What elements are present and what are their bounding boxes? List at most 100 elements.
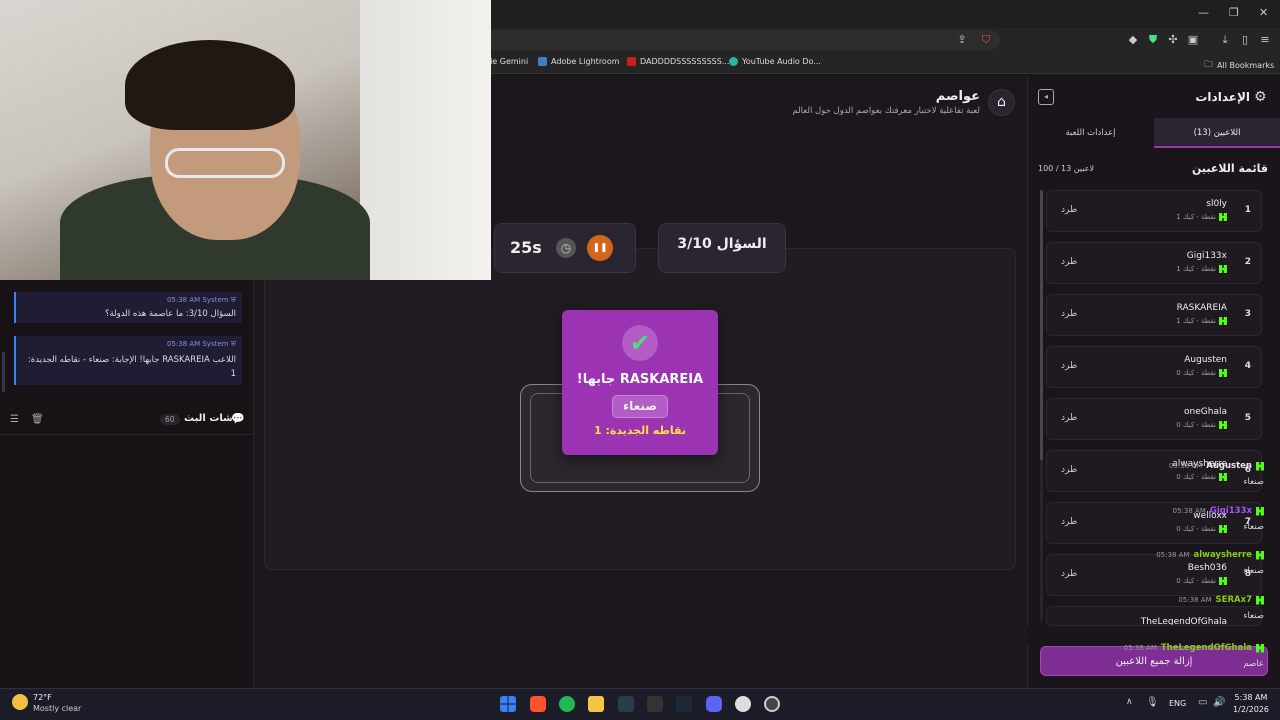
file-explorer-icon[interactable] <box>588 696 604 712</box>
kick-button[interactable]: طرد <box>1061 309 1077 319</box>
network-icon[interactable]: ▭ <box>1198 697 1207 708</box>
collapse-panel-icon[interactable]: ◂ <box>1038 89 1054 105</box>
media-icon[interactable]: ▣ <box>1187 34 1199 46</box>
chat-bubble-icon: 💬 <box>231 412 245 425</box>
home-icon: ⌂ <box>997 94 1006 110</box>
restore-icon[interactable]: ❐ <box>1229 6 1239 19</box>
player-name: Augusten <box>1184 355 1227 365</box>
share-icon[interactable]: ⇪ <box>956 34 968 46</box>
player-rank: 1 <box>1244 205 1251 215</box>
kick-logo-icon <box>1219 317 1227 325</box>
spotify-icon[interactable] <box>559 696 575 712</box>
bookmark-daddds[interactable]: DADDDDSSSSSSSSS... <box>627 57 729 66</box>
game-subtitle: لعبة تفاعلية لاختبار معرفتك بعواصم الدول… <box>792 106 980 116</box>
player-row: 1 sl0ly 1 نقطة · كيك طرد <box>1046 190 1262 232</box>
vpn-shield-icon[interactable]: ⛊ <box>1147 34 1159 46</box>
stream-chat-panel: 05:38 AM System ⛨ السؤال 3/10: ما عاصمة … <box>0 280 254 688</box>
tray-expand-icon[interactable]: ∧ <box>1126 697 1133 707</box>
player-rank: 3 <box>1244 309 1251 319</box>
language-indicator[interactable]: ENG <box>1169 699 1186 708</box>
clock-time[interactable]: 5:38 AM <box>1232 693 1270 702</box>
davinci-icon[interactable] <box>618 696 634 712</box>
tab-players[interactable]: اللاعبين (13) <box>1154 118 1280 148</box>
player-points: 0 نقطة · كيك <box>1176 577 1216 585</box>
webcam-hair <box>125 40 295 130</box>
system-message-meta: 05:38 AM System ⛨ <box>166 340 236 348</box>
kick-logo-icon <box>1256 461 1264 471</box>
trash-icon[interactable]: 🗑 <box>31 414 44 425</box>
timer-text: 25s <box>510 238 542 257</box>
download-icon[interactable]: ⤓ <box>1219 34 1231 46</box>
extension-diamond-icon[interactable]: ◆ <box>1127 34 1139 46</box>
extensions-icon[interactable]: ✣ <box>1167 34 1179 46</box>
tab-game-settings[interactable]: إعدادات اللعبة <box>1027 118 1154 148</box>
player-list-scroll-thumb[interactable] <box>1040 190 1043 460</box>
weather-temp[interactable]: 72°F <box>33 693 52 702</box>
bookmark-youtube-audio[interactable]: YouTube Audio Do... <box>729 57 821 66</box>
obs-icon[interactable] <box>735 696 751 712</box>
kick-logo-icon <box>1219 421 1227 429</box>
brave-icon[interactable] <box>530 696 546 712</box>
player-count: 100 / 13 لاعبين <box>1038 164 1095 173</box>
home-button[interactable]: ⌂ <box>988 89 1015 116</box>
chat-message: 05:38 AM Gigi133x صنعاء <box>1172 506 1264 532</box>
webcam-background-shelf <box>360 0 491 280</box>
kick-button[interactable]: طرد <box>1061 257 1077 267</box>
player-row: 3 RASKAREIA 1 نقطة · كيك طرد <box>1046 294 1262 336</box>
brave-shield-icon[interactable]: ⛉ <box>980 34 992 46</box>
popup-points: نقاطه الجديدة: 1 <box>593 424 687 437</box>
bookmark-gemini[interactable]: gle Gemini <box>485 57 528 66</box>
pause-button[interactable]: ❚❚ <box>587 235 613 261</box>
kick-logo-icon <box>1256 550 1264 560</box>
bookmark-lightroom[interactable]: Adobe Lightroom <box>538 57 620 66</box>
kick-button[interactable]: طرد <box>1061 361 1077 371</box>
windows-taskbar <box>0 688 1280 720</box>
youtube-audio-icon <box>729 57 738 66</box>
chat-menu-icon[interactable]: ☰ <box>10 414 19 425</box>
chat-scrollbar[interactable] <box>2 352 5 392</box>
all-bookmarks[interactable]: 🗀 All Bookmarks <box>1204 57 1274 73</box>
chat-header: ☰ 🗑 60 شات البث 💬 <box>0 405 254 435</box>
volume-icon[interactable]: 🔊 <box>1213 697 1225 708</box>
epic-games-icon[interactable] <box>647 696 663 712</box>
kick-logo-icon <box>1256 643 1264 653</box>
player-points: 0 نقطة · كيك <box>1176 421 1216 429</box>
minimize-icon[interactable]: — <box>1198 6 1209 19</box>
clock-date[interactable]: 1/2/2026 <box>1232 705 1270 714</box>
chat-title: شات البث <box>184 413 233 424</box>
close-icon[interactable]: ✕ <box>1259 6 1268 19</box>
sidebar-toggle-icon[interactable]: ▯ <box>1239 34 1251 46</box>
player-meta: 0 نقطة · كيك <box>1176 369 1227 377</box>
weather-desc[interactable]: Mostly clear <box>33 704 81 713</box>
popup-title: RASKAREIA جابها! <box>576 372 704 387</box>
menu-icon[interactable]: ≡ <box>1259 34 1271 46</box>
kick-logo-icon <box>1219 213 1227 221</box>
kick-button[interactable]: طرد <box>1061 413 1077 423</box>
chat-message: 05:38 AM Augusten صنعاء <box>1169 461 1264 487</box>
list-fade <box>1027 626 1280 644</box>
steam-icon[interactable] <box>676 696 692 712</box>
player-rank: 2 <box>1244 257 1251 267</box>
address-bar[interactable] <box>480 30 1000 50</box>
kick-logo-icon <box>1219 265 1227 273</box>
lightroom-icon <box>538 57 547 66</box>
player-meta: 1 نقطة · كيك <box>1176 317 1227 325</box>
player-name: sl0ly <box>1206 199 1227 209</box>
player-meta: 0 نقطة · كيك <box>1176 577 1227 585</box>
system-message-text: السؤال 3/10: ما عاصمة هذه الدولة؟ <box>104 309 236 319</box>
system-message-text: اللاعب RASKAREIA جابها! الإجابة: صنعاء -… <box>27 355 236 379</box>
player-points: 1 نقطة · كيك <box>1176 213 1216 221</box>
player-row: 2 Gigi133x 1 نقطة · كيك طرد <box>1046 242 1262 284</box>
player-points: 1 نقطة · كيك <box>1176 265 1216 273</box>
kick-logo-icon <box>1219 577 1227 585</box>
player-rank: 4 <box>1244 361 1251 371</box>
microphone-icon[interactable]: 🎙 <box>1146 697 1159 708</box>
player-meta: 1 نقطة · كيك <box>1176 213 1227 221</box>
player-meta: 1 نقطة · كيك <box>1176 265 1227 273</box>
settings-app-icon[interactable] <box>764 696 780 712</box>
chat-message: 05:38 AM SERAx7 صنعاء <box>1178 595 1264 621</box>
discord-icon[interactable] <box>706 696 722 712</box>
kick-logo-icon <box>1256 506 1264 516</box>
weather-moon-icon[interactable] <box>12 694 28 710</box>
kick-button[interactable]: طرد <box>1061 205 1077 215</box>
